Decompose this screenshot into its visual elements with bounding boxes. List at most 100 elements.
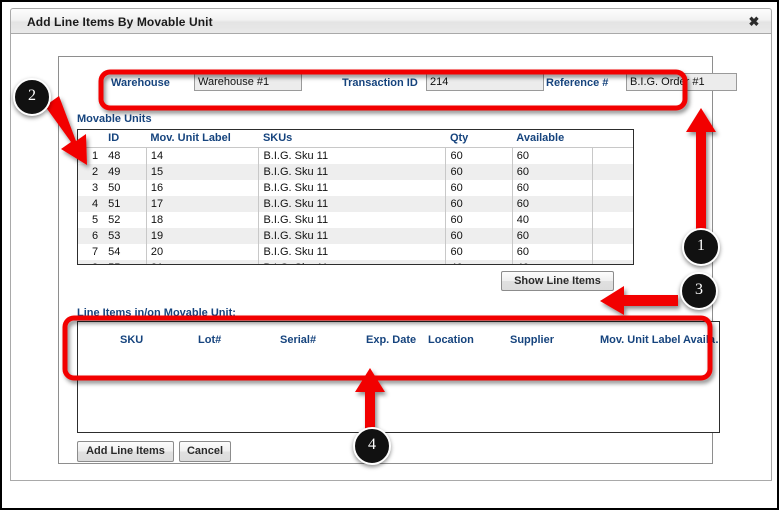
table-cell: 16 (146, 180, 260, 196)
line-items-table-body[interactable] (77, 363, 720, 433)
field-label-2: Reference # (546, 77, 609, 89)
table-cell: 60 (512, 196, 594, 212)
field-label-0: Warehouse (111, 77, 170, 89)
column-header-3[interactable]: SKUs (258, 130, 446, 148)
table-row[interactable]: 7 54 20 B.I.G. Sku 11 60 60 (78, 244, 633, 260)
line-items-column-header-1[interactable]: Lot# (198, 334, 221, 346)
content-panel: Warehouse Transaction ID Reference # Movab… (58, 56, 737, 464)
table-cell: 52 (104, 212, 147, 228)
callout-badge-4: 4 (353, 427, 391, 465)
table-cell: B.I.G. Sku 11 (258, 244, 447, 260)
field-input-1[interactable] (426, 73, 544, 91)
table-cell: 60 (445, 196, 513, 212)
column-header-0[interactable] (78, 130, 105, 148)
add-line-items-dialog: Add Line Items By Movable Unit ✖ Warehou… (10, 8, 772, 481)
cancel-button[interactable]: Cancel (179, 441, 231, 462)
column-header-2[interactable]: Mov. Unit Label (146, 130, 259, 148)
table-row[interactable]: 5 52 18 B.I.G. Sku 11 60 40 (78, 212, 633, 228)
table-cell: 7 (92, 246, 99, 258)
table-cell: 54 (104, 244, 147, 260)
table-cell (593, 244, 633, 260)
table-row[interactable]: 3 50 16 B.I.G. Sku 11 60 60 (78, 180, 633, 196)
table-cell (592, 196, 633, 212)
dialog-body: Warehouse Transaction ID Reference # Movab… (10, 34, 772, 481)
table-row[interactable]: 2 49 15 B.I.G. Sku 11 60 60 (78, 164, 633, 180)
table-cell: 2 (78, 164, 105, 180)
table-cell: 60 (445, 228, 513, 244)
table-cell: 60 (445, 180, 513, 196)
add-line-items-button[interactable]: Add Line Items (77, 441, 174, 462)
table-cell (592, 164, 633, 180)
line-items-column-header-5[interactable]: Supplier (510, 334, 554, 346)
column-header-1[interactable]: ID (104, 130, 147, 148)
line-items-column-header-7[interactable]: Availa… (683, 334, 719, 346)
table-cell: 51 (104, 196, 147, 212)
dialog-title: Add Line Items By Movable Unit (27, 15, 213, 29)
table-cell: 17 (146, 196, 260, 212)
table-cell: 60 (445, 164, 513, 180)
table-cell: 49 (104, 164, 147, 180)
dialog-titlebar: Add Line Items By Movable Unit ✖ (10, 8, 772, 34)
table-cell: 8 (78, 260, 105, 264)
table-cell: 14 (146, 147, 260, 164)
table-cell (593, 180, 633, 196)
movable-units-table[interactable]: ID Mov. Unit Label SKUs Qty Available 1 48 14 B… (77, 129, 634, 265)
line-items-column-header-4[interactable]: Location (428, 334, 474, 346)
table-cell: B.I.G. Sku 11 (258, 212, 447, 228)
table-cell: 40 (512, 260, 594, 264)
column-header-6[interactable] (592, 130, 633, 148)
table-row[interactable]: 1 48 14 B.I.G. Sku 11 60 60 (78, 147, 633, 165)
table-cell: 50 (104, 180, 147, 196)
column-header-4[interactable]: Qty (445, 130, 513, 148)
table-cell (592, 260, 633, 264)
field-label-1: Transaction ID (342, 77, 418, 89)
line-items-header-row: SKU Lot# Serial# Exp. Date Location Supplier M… (78, 334, 719, 352)
table-row[interactable]: 85521B.I.G. Sku 114040 (78, 260, 633, 264)
table-cell: 60 (512, 244, 594, 260)
table-cell: 6 (78, 228, 105, 244)
table-cell: 53 (104, 228, 147, 244)
table-cell: 4 (78, 196, 105, 212)
table-cell: B.I.G. Sku 11 (258, 260, 447, 264)
table-cell: 60 (512, 228, 594, 244)
table-header-row: ID Mov. Unit Label SKUs Qty Available (78, 130, 633, 148)
table-cell: 60 (512, 180, 594, 196)
table-cell: 19 (146, 228, 260, 244)
table-cell (593, 148, 633, 165)
line-items-column-header-2[interactable]: Serial# (280, 334, 316, 346)
table-cell: 60 (445, 212, 513, 228)
line-items-column-header-3[interactable]: Exp. Date (366, 334, 416, 346)
close-icon[interactable]: ✖ (745, 13, 763, 31)
table-row[interactable]: 4 51 17 B.I.G. Sku 11 60 60 (78, 196, 633, 212)
table-cell (593, 212, 633, 228)
show-line-items-button[interactable]: Show Line Items (501, 271, 614, 291)
table-cell: 20 (146, 244, 260, 260)
table-cell: B.I.G. Sku 11 (258, 228, 447, 244)
table-row[interactable]: 6 53 19 B.I.G. Sku 11 60 60 (78, 228, 633, 244)
header-fields: Warehouse Transaction ID Reference # (111, 73, 737, 95)
table-cell: 1 (92, 150, 99, 162)
line-items-table-header: SKU Lot# Serial# Exp. Date Location Supplier M… (77, 321, 720, 363)
callout-badge-3: 3 (680, 272, 718, 310)
line-items-column-header-6[interactable]: Mov. Unit Label (600, 334, 680, 346)
table-cell: B.I.G. Sku 11 (258, 196, 447, 212)
table-cell: 18 (146, 212, 260, 228)
table-cell: B.I.G. Sku 11 (258, 147, 447, 164)
movable-units-caption: Movable Units (77, 113, 152, 125)
table-cell: 3 (92, 182, 99, 194)
table-cell: 55 (104, 260, 147, 264)
table-cell: 21 (146, 260, 260, 264)
table-cell: 15 (146, 164, 260, 180)
line-items-caption: Line Items in/on Movable Unit: (77, 307, 236, 319)
table-body: 1 48 14 B.I.G. Sku 11 60 60 2 49 15 B.I.G. Sku 11… (78, 147, 633, 264)
table-cell: 5 (92, 214, 99, 226)
column-header-5[interactable]: Available (512, 130, 593, 148)
screenshot-frame: Add Line Items By Movable Unit ✖ Warehou… (0, 0, 779, 510)
table-cell: 60 (445, 244, 513, 260)
table-cell (592, 228, 633, 244)
table-cell: 60 (512, 147, 594, 164)
line-items-column-header-0[interactable]: SKU (120, 334, 143, 346)
table-cell: 40 (445, 260, 513, 264)
field-input-0[interactable] (194, 73, 302, 91)
field-input-2[interactable] (626, 73, 737, 91)
